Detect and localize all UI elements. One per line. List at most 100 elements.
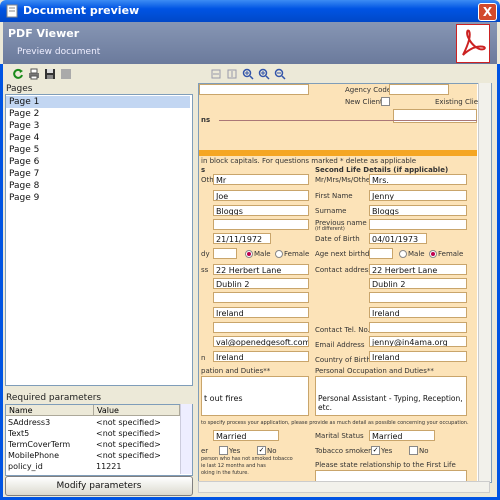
agency-code-label: Agency Code — [345, 86, 392, 94]
close-button[interactable]: X — [478, 3, 497, 21]
zoom-in-icon[interactable] — [242, 68, 254, 80]
no-label: No — [267, 447, 277, 455]
first-life-head: s — [201, 166, 206, 174]
second-life-country-of-birth: Ireland — [369, 351, 467, 362]
param-name: Text5 — [8, 429, 30, 438]
new-client-label: New Client — [345, 98, 383, 106]
viewer-horizontal-scrollbar[interactable] — [198, 481, 490, 493]
previous-name-note: (if different) — [315, 226, 345, 232]
occupation-label: Personal Occupation and Duties** — [315, 367, 434, 375]
yes-label: Yes — [229, 447, 241, 455]
cob-label-left: n — [201, 354, 206, 362]
page-item[interactable]: Page 5 — [6, 144, 190, 156]
page-item[interactable]: Page 4 — [6, 132, 190, 144]
refresh-icon[interactable] — [12, 68, 24, 80]
document-icon — [6, 4, 18, 18]
first-life-first-name: Joe — [213, 190, 309, 201]
second-life-smoker-no — [409, 446, 418, 455]
smoker-note-2: ie last 12 months and has — [201, 463, 266, 469]
param-value: <not specified> — [96, 429, 161, 438]
first-life-marital: Married — [213, 430, 279, 441]
pages-list[interactable]: Page 1 Page 2 Page 3 Page 4 Page 5 Page … — [5, 94, 193, 386]
column-header-name[interactable]: Name — [6, 405, 94, 416]
speculative-note: to specify process your application, ple… — [201, 420, 469, 426]
first-life-email: val@openedgesoft.com — [213, 336, 309, 347]
first-life-female-radio — [275, 250, 283, 258]
first-life-dob: 21/11/1972 — [213, 233, 271, 244]
second-life-first-name: Jenny — [369, 190, 467, 201]
surname-label: Surname — [315, 207, 347, 215]
param-value: <not specified> — [96, 451, 161, 460]
zoom-out-icon[interactable] — [274, 68, 286, 80]
section-bar — [199, 150, 477, 156]
page-item[interactable]: Page 3 — [6, 120, 190, 132]
second-life-email: jenny@in4ama.org — [369, 336, 467, 347]
table-row[interactable]: TermCoverTerm <not specified> — [6, 439, 180, 450]
viewer-title: PDF Viewer — [8, 27, 80, 40]
second-life-previous-name — [369, 219, 467, 230]
page-item[interactable]: Page 1 — [6, 96, 190, 108]
first-life-address3 — [213, 292, 309, 303]
second-life-address1: 22 Herbert Lane — [369, 264, 467, 275]
column-header-value[interactable]: Value — [94, 405, 180, 416]
page-item[interactable]: Page 7 — [6, 168, 190, 180]
viewer-vertical-scrollbar[interactable] — [478, 83, 491, 481]
param-value: 11221 — [96, 462, 122, 471]
second-life-female-radio — [429, 250, 437, 258]
first-life-title: Mr — [213, 174, 309, 185]
fit-width-icon[interactable] — [210, 68, 222, 80]
dob-label: Date of Birth — [315, 235, 360, 243]
table-row[interactable]: SAddress3 <not specified> — [6, 417, 180, 428]
first-life-tel — [213, 322, 309, 333]
first-life-previous-name — [213, 219, 309, 230]
age-label-left: dy — [201, 250, 210, 258]
title-label: Mr/Mrs/Ms/Other* — [315, 176, 377, 184]
email-label: Email Address — [315, 341, 365, 349]
marital-label: Marital Status — [315, 432, 364, 440]
tobacco-label: Tobacco smoker* — [315, 447, 375, 455]
first-life-smoker-no: ✓ — [257, 446, 266, 455]
page-item[interactable]: Page 2 — [6, 108, 190, 120]
table-row[interactable]: MobilePhone <not specified> — [6, 450, 180, 461]
female-label: Female — [284, 250, 310, 258]
first-life-age — [213, 248, 237, 259]
param-name: policy_id — [8, 462, 43, 471]
first-name-label: First Name — [315, 192, 353, 200]
country-of-birth-label: Country of Birth — [315, 356, 371, 364]
print-icon[interactable] — [28, 68, 40, 80]
table-row[interactable]: Text5 <not specified> — [6, 428, 180, 439]
page-item[interactable]: Page 8 — [6, 180, 190, 192]
parameters-scrollbar[interactable] — [180, 404, 192, 474]
param-name: TermCoverTerm — [8, 440, 71, 449]
page-item[interactable]: Page 6 — [6, 156, 190, 168]
title-bar: Document preview X — [0, 0, 500, 22]
pdf-viewer[interactable]: % Agency Code New Client Existing Client… — [198, 83, 492, 483]
fit-page-icon[interactable] — [226, 68, 238, 80]
first-life-smoker-yes — [219, 446, 228, 455]
yes-label-2: Yes — [381, 447, 393, 455]
window-title: Document preview — [23, 4, 140, 17]
page-item[interactable]: Page 9 — [6, 192, 190, 204]
first-life-address1: 22 Herbert Lane — [213, 264, 309, 275]
viewer-subtitle: Preview document — [17, 47, 101, 57]
no-label-2: No — [419, 447, 429, 455]
occupation-label-left: pation and Duties** — [201, 367, 271, 375]
agency-code-field — [389, 84, 449, 95]
first-life-country-of-birth: Ireland — [213, 351, 309, 362]
param-value: <not specified> — [96, 418, 161, 427]
second-life-dob: 04/01/1973 — [369, 233, 427, 244]
save-icon[interactable] — [44, 68, 56, 80]
female-label-2: Female — [438, 250, 464, 258]
zoom-in-icon[interactable] — [258, 68, 270, 80]
table-row[interactable]: policy_id 11221 — [6, 461, 180, 472]
parameters-table: Name Value SAddress3 <not specified> Text… — [5, 404, 193, 476]
stop-icon[interactable] — [60, 68, 72, 80]
male-label-2: Male — [408, 250, 425, 258]
second-life-title: Mrs. — [369, 174, 467, 185]
first-life-address2: Dublin 2 — [213, 278, 309, 289]
second-life-occupation: Personal Assistant - Typing, Reception, … — [315, 376, 467, 416]
second-life-male-radio — [399, 250, 407, 258]
new-client-checkbox — [381, 97, 390, 106]
modify-parameters-button[interactable]: Modify parameters — [5, 476, 193, 496]
second-life-country: Ireland — [369, 307, 467, 318]
